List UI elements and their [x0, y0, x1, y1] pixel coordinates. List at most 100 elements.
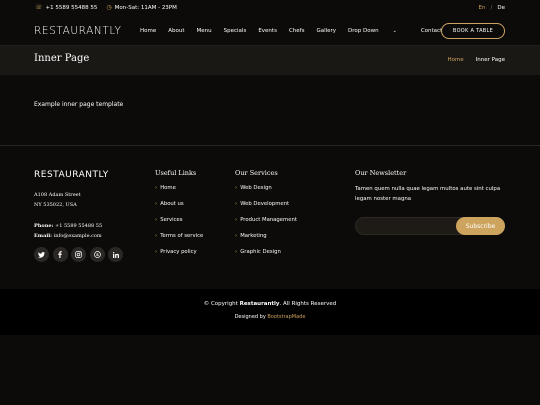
services-column: Our Services › Web Design › Web Developmen…	[235, 169, 297, 265]
footer-link-about[interactable]: › About us	[155, 201, 203, 217]
main-text: Example inner page template	[34, 101, 124, 108]
newsletter-text: Tamen quem nulla quae legam multos aute …	[355, 186, 501, 202]
nav-home[interactable]: Home	[140, 28, 156, 34]
phone-icon: ☏	[35, 4, 43, 11]
copyright-bar: © Copyright Restaurantly. All Rights Res…	[0, 289, 540, 335]
social-links: S	[34, 247, 127, 262]
footer-phone: Phone: +1 5589 55488 55	[34, 221, 102, 231]
chevron-right-icon: ›	[235, 249, 238, 255]
useful-links-column: Useful Links › Home › About us › Services ›…	[155, 169, 203, 265]
service-marketing[interactable]: › Marketing	[235, 233, 297, 249]
facebook-icon[interactable]	[52, 247, 68, 262]
useful-links-title: Useful Links	[155, 169, 197, 177]
service-label: Marketing	[240, 233, 267, 239]
services-title: Our Services	[235, 169, 278, 177]
copyright-suffix: . All Rights Reserved	[279, 301, 337, 307]
footer-link-privacy[interactable]: › Privacy policy	[155, 249, 203, 265]
nav-events[interactable]: Events	[258, 28, 277, 34]
main-nav: Home About Menu Specials Events Chefs Ga…	[140, 28, 454, 34]
nav-contact[interactable]: Contact	[421, 28, 442, 34]
footer-address: A108 Adam Street NY 535022, USA	[34, 190, 81, 210]
chevron-right-icon: ›	[235, 233, 238, 239]
page-bottom	[0, 335, 540, 405]
footer-link-label: About us	[160, 201, 184, 207]
topbar-hours-text: Mon-Sat: 11AM - 23PM	[114, 5, 177, 11]
newsletter-column: Our Newsletter Tamen quem nulla quae leg…	[355, 169, 507, 204]
footer-link-label: Services	[160, 217, 183, 223]
phone-label: Phone:	[34, 223, 54, 229]
footer-link-label: Terms of service	[160, 233, 204, 239]
clock-icon: ◷	[106, 4, 112, 11]
header: RESTAURANTLY Home About Menu Specials Ev…	[0, 18, 540, 46]
newsletter-form: Subscribe	[355, 217, 505, 235]
main-content: Example inner page template	[0, 75, 540, 145]
topbar-phone: ☏ +1 5589 55488 55	[35, 4, 98, 12]
service-label: Graphic Design	[240, 249, 281, 255]
service-graphic-design[interactable]: › Graphic Design	[235, 249, 297, 265]
page-title: Inner Page	[34, 53, 90, 64]
chevron-right-icon: ›	[155, 249, 158, 255]
logo[interactable]: RESTAURANTLY	[34, 25, 121, 37]
phone-value: +1 5589 55488 55	[55, 223, 103, 229]
newsletter-email-input[interactable]	[362, 221, 452, 231]
email-label: Email:	[34, 233, 52, 239]
top-bar: ☏ +1 5589 55488 55 ◷ Mon-Sat: 11AM - 23P…	[0, 0, 540, 18]
copyright-prefix: © Copyright	[203, 301, 240, 307]
service-web-development[interactable]: › Web Development	[235, 201, 297, 217]
breadcrumb: Inner Page Home Inner Page	[0, 46, 540, 75]
breadcrumb-home[interactable]: Home	[447, 57, 463, 63]
chevron-right-icon: ›	[155, 217, 158, 223]
chevron-right-icon: ›	[235, 185, 238, 191]
footer-link-services[interactable]: › Services	[155, 217, 203, 233]
service-label: Product Management	[240, 217, 297, 223]
book-table-button[interactable]: BOOK A TABLE	[441, 23, 505, 39]
language-switcher: En / De	[479, 5, 505, 11]
lang-de[interactable]: De	[497, 5, 505, 11]
service-product-management[interactable]: › Product Management	[235, 217, 297, 233]
chevron-right-icon: ›	[155, 201, 158, 207]
footer-brand: RESTAURANTLY	[34, 170, 109, 180]
skype-icon[interactable]: S	[89, 247, 105, 262]
subscribe-button[interactable]: Subscribe	[456, 217, 505, 235]
address-line-1: A108 Adam Street	[34, 192, 81, 198]
nav-dropdown-label: Drop Down	[348, 28, 379, 34]
linkedin-icon[interactable]	[108, 247, 123, 262]
designed-by-label: Designed by	[234, 314, 268, 320]
footer-link-label: Privacy policy	[160, 249, 197, 255]
footer-contact: Phone: +1 5589 55488 55 Email: info@exam…	[34, 221, 102, 241]
nav-specials[interactable]: Specials	[224, 28, 247, 34]
service-label: Web Design	[240, 185, 272, 191]
footer: RESTAURANTLY A108 Adam Street NY 535022,…	[0, 145, 540, 289]
chevron-down-icon: ⌄	[392, 28, 397, 34]
topbar-contact: ☏ +1 5589 55488 55 ◷ Mon-Sat: 11AM - 23P…	[35, 4, 186, 12]
footer-link-terms[interactable]: › Terms of service	[155, 233, 203, 249]
chevron-right-icon: ›	[235, 201, 238, 207]
nav-menu[interactable]: Menu	[197, 28, 212, 34]
footer-link-label: Home	[160, 185, 176, 191]
instagram-icon[interactable]	[71, 247, 86, 262]
footer-email: Email: info@example.com	[34, 231, 102, 241]
service-web-design[interactable]: › Web Design	[235, 185, 297, 201]
nav-chefs[interactable]: Chefs	[289, 28, 305, 34]
copyright-brand: Restaurantly	[239, 301, 280, 307]
twitter-icon[interactable]	[34, 247, 49, 262]
topbar-hours: ◷ Mon-Sat: 11AM - 23PM	[106, 4, 177, 12]
breadcrumb-trail: Home Inner Page	[447, 57, 505, 63]
copyright-text: © Copyright Restaurantly. All Rights Res…	[0, 301, 540, 307]
lang-en[interactable]: En	[479, 5, 486, 11]
designer-link[interactable]: BootstrapMade	[267, 314, 305, 320]
chevron-right-icon: ›	[235, 217, 238, 223]
email-value: info@example.com	[53, 233, 102, 239]
credits: Designed by BootstrapMade	[0, 314, 540, 320]
nav-about[interactable]: About	[168, 28, 184, 34]
address-line-2: NY 535022, USA	[34, 202, 77, 208]
newsletter-title: Our Newsletter	[355, 169, 407, 177]
lang-separator: /	[490, 5, 493, 11]
nav-gallery[interactable]: Gallery	[316, 28, 336, 34]
footer-link-home[interactable]: › Home	[155, 185, 203, 201]
svg-text:S: S	[96, 252, 99, 257]
service-label: Web Development	[240, 201, 290, 207]
topbar-phone-text: +1 5589 55488 55	[45, 5, 98, 11]
chevron-right-icon: ›	[155, 233, 158, 239]
nav-dropdown[interactable]: Drop Down ⌄	[348, 28, 409, 34]
